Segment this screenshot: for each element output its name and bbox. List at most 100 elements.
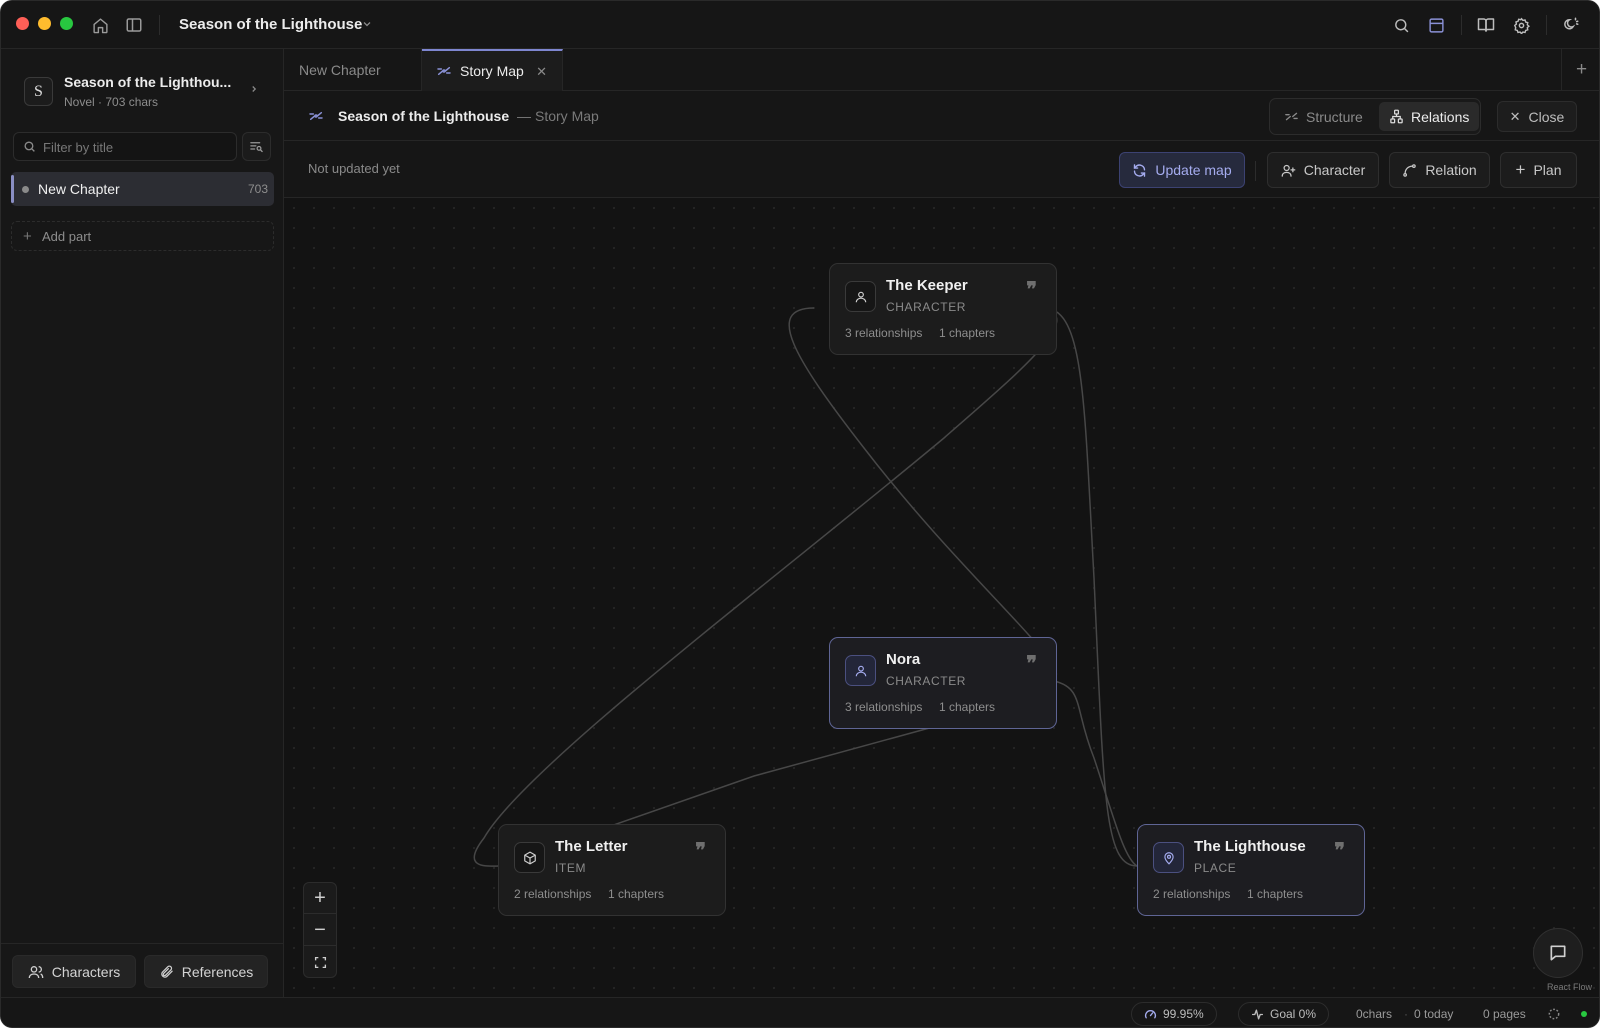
gear-icon[interactable]: [1511, 15, 1531, 35]
project-avatar: S: [24, 77, 53, 106]
sidebar-toggle-icon[interactable]: [124, 15, 144, 35]
toolbar-divider: [1255, 161, 1256, 181]
tab-new-chapter[interactable]: New Chapter: [284, 49, 422, 91]
chapter-label: New Chapter: [38, 181, 120, 197]
search-icon[interactable]: [1391, 15, 1411, 35]
user-icon: [845, 281, 876, 312]
chevron-down-icon[interactable]: [361, 17, 373, 35]
quote-icon[interactable]: ❞: [695, 838, 706, 862]
plus-icon: +: [1515, 160, 1526, 179]
node-chapter-count: 1 chapters: [939, 326, 996, 340]
edge-keeper-letter: [473, 307, 1058, 867]
chapter-status-dot: [22, 186, 29, 193]
app-window: Season of the Lighthouse S Season of the…: [0, 0, 1600, 1028]
node-type: PLACE: [1194, 861, 1237, 875]
activity-icon: [1251, 1008, 1264, 1020]
zoom-controls: + −: [303, 882, 337, 978]
story-map-canvas[interactable]: The Keeper CHARACTER ❞ 3 relationships 1…: [284, 198, 1599, 998]
node-the-lighthouse[interactable]: The Lighthouse PLACE ❞ 2 relationships 1…: [1137, 824, 1365, 916]
filter-options-button[interactable]: [242, 132, 271, 161]
book-open-icon[interactable]: [1476, 15, 1496, 35]
relation-curve-icon: [1403, 163, 1417, 177]
user-plus-icon: [1281, 164, 1296, 177]
minimize-window-button[interactable]: [38, 17, 51, 30]
theme-toggle-icon[interactable]: [1561, 15, 1581, 35]
title-separator: [159, 15, 160, 35]
structure-label: Structure: [1306, 108, 1363, 125]
close-label: Close: [1528, 108, 1565, 125]
pages-count: 0 pages: [1483, 1007, 1526, 1021]
project-switcher[interactable]: Season of the Lighthouse: [179, 16, 362, 33]
toolbar-separator-2: [1546, 15, 1547, 35]
add-character-button[interactable]: Character: [1267, 152, 1379, 188]
quote-icon[interactable]: ❞: [1026, 277, 1037, 301]
project-title[interactable]: Season of the Lighthou...: [64, 74, 242, 90]
chevron-right-icon[interactable]: [249, 82, 259, 97]
node-the-letter[interactable]: The Letter ITEM ❞ 2 relationships 1 chap…: [498, 824, 726, 916]
characters-button[interactable]: Characters: [12, 955, 136, 988]
add-relation-button[interactable]: Relation: [1389, 152, 1490, 188]
edge-nora-lighthouse: [1053, 680, 1138, 867]
characters-label: Characters: [51, 963, 121, 980]
references-label: References: [181, 963, 254, 980]
tab-label: Story Map: [460, 63, 524, 79]
add-part-button[interactable]: + Add part: [11, 221, 274, 251]
relation-label: Relation: [1425, 162, 1477, 178]
fit-view-button[interactable]: [304, 947, 336, 977]
layout-panel-icon[interactable]: [1426, 15, 1446, 35]
story-map-icon: [308, 108, 324, 129]
map-status-text: Not updated yet: [308, 161, 400, 176]
relations-view-button[interactable]: Relations: [1379, 102, 1480, 131]
node-name: Nora: [886, 651, 921, 668]
filter-input[interactable]: [43, 137, 229, 157]
close-tab-icon[interactable]: ✕: [536, 64, 547, 80]
node-the-keeper[interactable]: The Keeper CHARACTER ❞ 3 relationships 1…: [829, 263, 1057, 355]
node-name: The Keeper: [886, 277, 968, 294]
today-count: 0 today: [1414, 1007, 1454, 1021]
tab-bar: New Chapter Story Map ✕ +: [284, 49, 1599, 91]
zoom-in-button[interactable]: +: [304, 883, 336, 914]
story-map-toolbar: Not updated yet Update map Character Rel…: [284, 141, 1599, 198]
sidebar-footer-divider: [1, 943, 284, 944]
close-map-button[interactable]: ✕ Close: [1497, 101, 1577, 132]
progress-pill[interactable]: 99.95%: [1131, 1002, 1217, 1026]
maximize-window-button[interactable]: [60, 17, 73, 30]
update-map-button[interactable]: Update map: [1119, 152, 1245, 188]
react-flow-attribution[interactable]: React Flow: [1547, 982, 1592, 992]
tab-label: New Chapter: [299, 62, 381, 78]
character-label: Character: [1303, 162, 1366, 178]
paperclip-icon: [160, 965, 173, 978]
quote-icon[interactable]: ❞: [1026, 651, 1037, 675]
node-chapter-count: 1 chapters: [939, 700, 996, 714]
chapter-item[interactable]: New Chapter 703: [11, 172, 274, 206]
chat-button[interactable]: [1533, 928, 1583, 978]
node-name: The Letter: [555, 838, 628, 855]
update-map-label: Update map: [1155, 162, 1232, 178]
quote-icon[interactable]: ❞: [1334, 838, 1345, 862]
node-type: ITEM: [555, 861, 587, 875]
structure-view-button[interactable]: Structure: [1274, 102, 1373, 131]
node-nora[interactable]: Nora CHARACTER ❞ 3 relationships 1 chapt…: [829, 637, 1057, 729]
home-icon[interactable]: [90, 15, 110, 35]
view-switcher: Structure Relations: [1269, 98, 1481, 135]
project-meta: Novel · 703 chars: [64, 95, 159, 109]
relations-label: Relations: [1411, 108, 1470, 125]
close-window-button[interactable]: [16, 17, 29, 30]
zoom-out-button[interactable]: −: [304, 915, 336, 946]
plus-icon: +: [23, 228, 32, 245]
story-map-icon: [437, 66, 451, 76]
tab-story-map[interactable]: Story Map ✕: [422, 49, 563, 91]
search-icon: [23, 140, 36, 158]
chat-icon: [1550, 945, 1566, 961]
references-button[interactable]: References: [144, 955, 268, 988]
add-part-label: Add part: [42, 229, 92, 244]
new-tab-button[interactable]: +: [1561, 49, 1599, 91]
users-icon: [28, 965, 44, 978]
toolbar-separator: [1461, 15, 1462, 35]
goal-pill[interactable]: Goal 0%: [1238, 1002, 1330, 1026]
sidebar: S Season of the Lighthou... Novel · 703 …: [1, 49, 284, 997]
filter-field: [13, 132, 237, 161]
add-plan-button[interactable]: + Plan: [1500, 152, 1577, 188]
status-bar: 99.95% Goal 0% 0chars · 0 today 0 pages: [1, 997, 1599, 1027]
user-icon: [845, 655, 876, 686]
